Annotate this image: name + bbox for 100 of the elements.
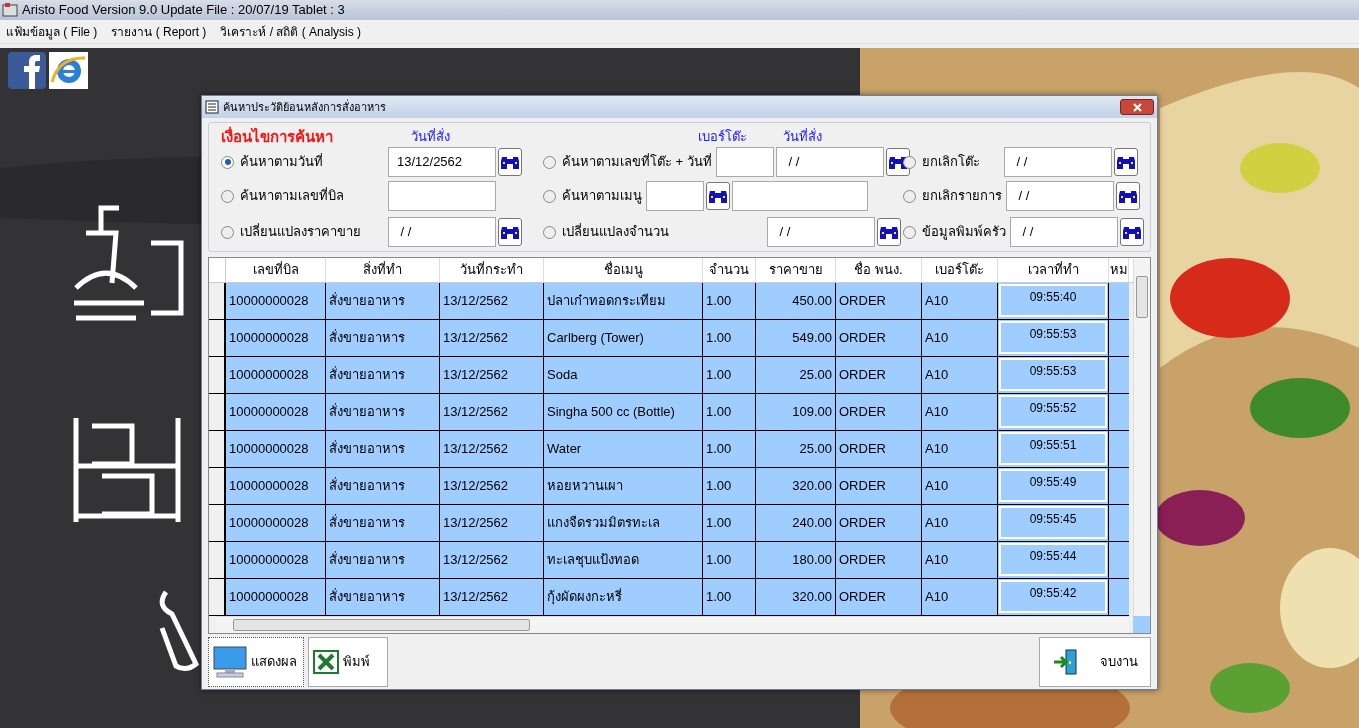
display-button[interactable]: แสดงผล (208, 637, 304, 687)
table-cell: ทะเลชุบแป้งทอด (544, 542, 703, 578)
search-button[interactable] (498, 148, 522, 176)
table-cell: สั่งขายอาหาร (326, 431, 440, 467)
radio-button[interactable] (543, 189, 556, 203)
row-selector[interactable] (209, 431, 226, 467)
app-icon (2, 2, 18, 18)
menu-item[interactable]: วิเคราะห์ / สถิติ ( Analysis ) (220, 22, 362, 41)
column-header[interactable]: จำนวน (703, 258, 756, 282)
table-cell: 13/12/2562 (440, 394, 544, 430)
radio-button[interactable] (221, 155, 234, 169)
column-header[interactable]: วันที่กระทำ (440, 258, 544, 282)
option-label[interactable]: ยกเลิกรายการ (922, 186, 1002, 206)
input-field[interactable]: / / (1006, 181, 1114, 211)
table-cell: 13/12/2562 (440, 468, 544, 504)
row-selector[interactable] (209, 320, 226, 356)
table-cell: สั่งขายอาหาร (326, 394, 440, 430)
input-field[interactable]: / / (775, 147, 884, 177)
table-cell: A10 (922, 468, 998, 504)
search-button[interactable] (885, 148, 910, 176)
table-cell: Carlberg (Tower) (544, 320, 703, 356)
search-button[interactable] (706, 182, 730, 210)
input-field[interactable] (715, 147, 774, 177)
table-cell: 09:55:53 (999, 358, 1107, 391)
radio-button[interactable] (221, 225, 234, 239)
column-label: เบอร์โต๊ะ (698, 128, 747, 147)
option-label[interactable]: ค้นหาตามเลขที่บิล (240, 186, 380, 206)
table-cell: 10000000028 (226, 579, 326, 615)
input-field[interactable]: / / (767, 217, 875, 247)
radio-button[interactable] (903, 189, 916, 203)
search-button[interactable] (1114, 148, 1138, 176)
row-selector[interactable] (209, 468, 226, 504)
table-cell: 09:55:51 (999, 432, 1107, 465)
row-selector[interactable] (209, 357, 226, 393)
table-cell: สั่งขายอาหาร (326, 357, 440, 393)
table-cell: 109.00 (756, 394, 836, 430)
row-selector[interactable] (209, 394, 226, 430)
table-cell: 320.00 (756, 579, 836, 615)
print-button[interactable]: พิมพ์ (308, 637, 388, 687)
input-field[interactable] (732, 181, 868, 211)
column-header[interactable]: หม (1109, 258, 1129, 282)
window-title: Aristo Food Version 9.0 Update File : 20/07/19 Tablet : 3 (22, 1, 345, 20)
exit-button[interactable]: จบงาน (1039, 637, 1151, 687)
table-cell: 13/12/2562 (440, 320, 544, 356)
row-selector[interactable] (209, 542, 226, 578)
table-cell: 1.00 (703, 431, 756, 467)
option-label[interactable]: ค้นหาตามวันที่ (240, 152, 380, 172)
column-header[interactable]: ชื่อเมนู (544, 258, 703, 282)
menu-item[interactable]: รายงาน ( Report ) (111, 22, 207, 41)
column-header[interactable]: เวลาที่ทำ (998, 258, 1109, 282)
table-cell: 450.00 (756, 283, 836, 319)
column-header[interactable]: เลขที่บิล (226, 258, 326, 282)
input-field[interactable]: 13/12/2562 (388, 147, 496, 177)
column-header[interactable]: สิ่งที่ทำ (326, 258, 440, 282)
radio-button[interactable] (543, 225, 556, 239)
search-button[interactable] (1120, 218, 1144, 246)
table-cell: 1.00 (703, 468, 756, 504)
input-field[interactable]: / / (1004, 147, 1112, 177)
horizontal-scrollbar[interactable] (216, 616, 1129, 633)
row-selector[interactable] (209, 579, 226, 615)
table-cell: ปลาเก๋าทอดกระเทียม (544, 283, 703, 319)
search-button[interactable] (498, 218, 522, 246)
table-cell: 320.00 (756, 468, 836, 504)
option-label[interactable]: ยกเลิกโต๊ะ (922, 152, 1000, 172)
spreadsheet-icon (313, 650, 339, 674)
option-label[interactable]: ค้นหาตามเลขที่โต๊ะ + วันที่ (562, 152, 712, 172)
input-field[interactable] (388, 181, 496, 211)
search-button[interactable] (1116, 182, 1140, 210)
table-cell: 25.00 (756, 431, 836, 467)
radio-button[interactable] (543, 155, 556, 169)
row-selector[interactable] (209, 505, 226, 541)
table-cell: ORDER (836, 320, 922, 356)
table-cell: ORDER (836, 542, 922, 578)
input-field[interactable]: / / (388, 217, 496, 247)
menu-item[interactable]: แฟ้มข้อมูล ( File ) (6, 22, 98, 41)
table-cell: A10 (922, 505, 998, 541)
option-label[interactable]: ค้นหาตามเมนู (562, 186, 642, 206)
vertical-scrollbar[interactable] (1133, 259, 1150, 616)
option-label[interactable]: เปลี่ยนแปลงราคาขาย (240, 222, 380, 242)
radio-button[interactable] (903, 225, 916, 239)
table-cell: 13/12/2562 (440, 431, 544, 467)
scrollbar-corner (1133, 616, 1150, 633)
table-cell: 1.00 (703, 394, 756, 430)
table-cell: สั่งขายอาหาร (326, 468, 440, 504)
radio-button[interactable] (221, 189, 234, 203)
column-header[interactable]: เบอร์โต๊ะ (922, 258, 998, 282)
table-cell: 09:55:45 (999, 506, 1107, 539)
option-label[interactable]: ข้อมูลพิมพ์ครัว (922, 222, 1006, 242)
close-button[interactable] (1120, 99, 1154, 115)
table-cell: สั่งขายอาหาร (326, 505, 440, 541)
row-selector[interactable] (209, 283, 226, 319)
search-button[interactable] (877, 218, 901, 246)
column-header[interactable]: ชื่อ พนง. (836, 258, 922, 282)
table-cell: 180.00 (756, 542, 836, 578)
column-header[interactable]: ราคาขาย (756, 258, 836, 282)
option-label[interactable]: เปลี่ยนแปลงจำนวน (562, 222, 763, 242)
table-cell: 09:55:49 (999, 469, 1107, 502)
input-field[interactable]: / / (1010, 217, 1118, 247)
column-label: วันที่สั่ง (783, 127, 822, 147)
input-field[interactable] (646, 181, 704, 211)
